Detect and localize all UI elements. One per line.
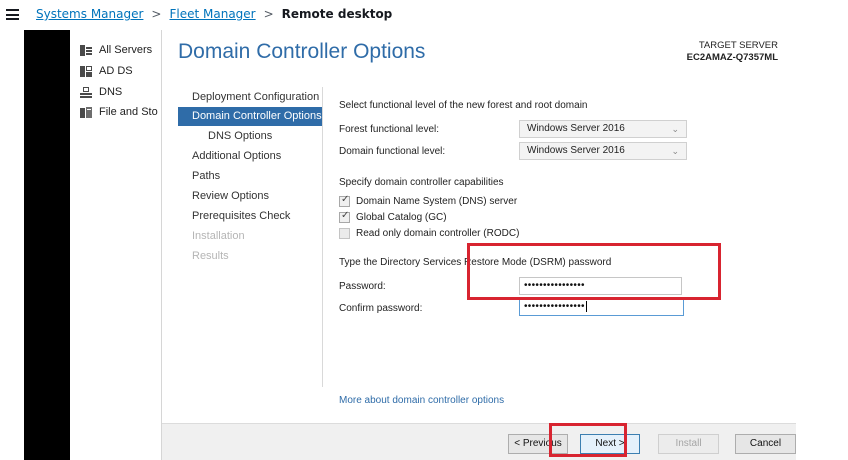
top-bar: Systems Manager > Fleet Manager > Remote… <box>0 0 848 30</box>
confirm-password-label: Confirm password: <box>339 303 423 314</box>
sidebar-item-label: DNS <box>99 86 123 98</box>
sidebar-item-label: All Servers <box>99 44 153 56</box>
more-options-link[interactable]: More about domain controller options <box>339 395 504 406</box>
checkbox-label: Global Catalog (GC) <box>356 212 447 223</box>
confirm-password-value: •••••••••••••••• <box>524 301 585 312</box>
desktop-left-edge <box>24 30 70 460</box>
nav-paths[interactable]: Paths <box>178 167 323 186</box>
breadcrumb: Systems Manager > Fleet Manager > Remote… <box>36 7 392 21</box>
confirm-password-field[interactable]: •••••••••••••••• <box>519 298 684 316</box>
domain-level-select[interactable]: Windows Server 2016 ⌄ <box>519 142 687 160</box>
nav-review-options[interactable]: Review Options <box>178 187 323 206</box>
dns-server-checkbox[interactable]: ✓ Domain Name System (DNS) server <box>339 194 518 207</box>
checkbox-label: Read only domain controller (RODC) <box>356 228 520 239</box>
sidebar-item-label: AD DS <box>99 65 133 77</box>
ad-ds-icon <box>80 65 92 77</box>
nav-results: Results <box>192 250 229 262</box>
password-label: Password: <box>339 281 386 292</box>
server-manager-sidebar: All Servers AD DS DNS File and Sto <box>70 30 162 460</box>
sidebar-item-file-storage[interactable]: File and Sto <box>80 106 158 118</box>
global-catalog-checkbox[interactable]: ✓ Global Catalog (GC) <box>339 210 447 223</box>
checkbox[interactable]: ✓ <box>339 210 350 223</box>
domain-level-label: Domain functional level: <box>339 146 446 157</box>
checkbox[interactable] <box>339 228 350 239</box>
install-button: Install <box>658 434 719 454</box>
checkbox[interactable]: ✓ <box>339 194 350 207</box>
all-servers-icon <box>80 44 92 56</box>
nav-deployment-configuration[interactable]: Deployment Configuration <box>178 88 323 107</box>
text-cursor <box>585 300 587 312</box>
domain-level-value: Windows Server 2016 <box>527 145 625 156</box>
sidebar-item-ad-ds[interactable]: AD DS <box>80 65 133 77</box>
nav-installation: Installation <box>192 230 245 242</box>
checkbox-label: Domain Name System (DNS) server <box>356 196 518 207</box>
menu-icon[interactable] <box>6 9 19 20</box>
chevron-down-icon: ⌄ <box>671 146 679 156</box>
nav-divider <box>322 87 323 387</box>
forest-level-label: Forest functional level: <box>339 124 440 135</box>
capabilities-heading: Specify domain controller capabilities <box>339 177 504 188</box>
functional-level-heading: Select functional level of the new fores… <box>339 100 588 111</box>
breadcrumb-systems-manager[interactable]: Systems Manager <box>36 7 143 21</box>
checkmark-icon: ✓ <box>341 194 350 205</box>
breadcrumb-separator: > <box>151 7 162 21</box>
rodc-checkbox[interactable]: Read only domain controller (RODC) <box>339 228 519 239</box>
nav-prerequisites-check[interactable]: Prerequisites Check <box>178 207 323 226</box>
forest-level-select[interactable]: Windows Server 2016 ⌄ <box>519 120 687 138</box>
wizard-button-bar: < Previous Next > Install Cancel <box>162 423 796 460</box>
file-storage-icon <box>80 106 92 118</box>
nav-dns-options[interactable]: DNS Options <box>178 127 323 146</box>
sidebar-item-label: File and Sto <box>99 106 158 118</box>
breadcrumb-separator: > <box>263 7 274 21</box>
chevron-down-icon: ⌄ <box>671 124 679 134</box>
breadcrumb-fleet-manager[interactable]: Fleet Manager <box>169 7 255 21</box>
nav-additional-options[interactable]: Additional Options <box>178 147 323 166</box>
next-highlight-box <box>549 423 627 457</box>
breadcrumb-current: Remote desktop <box>281 7 393 21</box>
wizard-content: Select functional level of the new fores… <box>339 30 779 430</box>
dns-icon <box>80 86 92 98</box>
cancel-button[interactable]: Cancel <box>735 434 796 454</box>
nav-domain-controller-options[interactable]: Domain Controller Options <box>178 107 323 126</box>
sidebar-item-dns[interactable]: DNS <box>80 86 122 98</box>
sidebar-item-all-servers[interactable]: All Servers <box>80 44 152 56</box>
forest-level-value: Windows Server 2016 <box>527 123 625 134</box>
password-highlight-box <box>467 243 721 300</box>
checkmark-icon: ✓ <box>341 210 350 221</box>
